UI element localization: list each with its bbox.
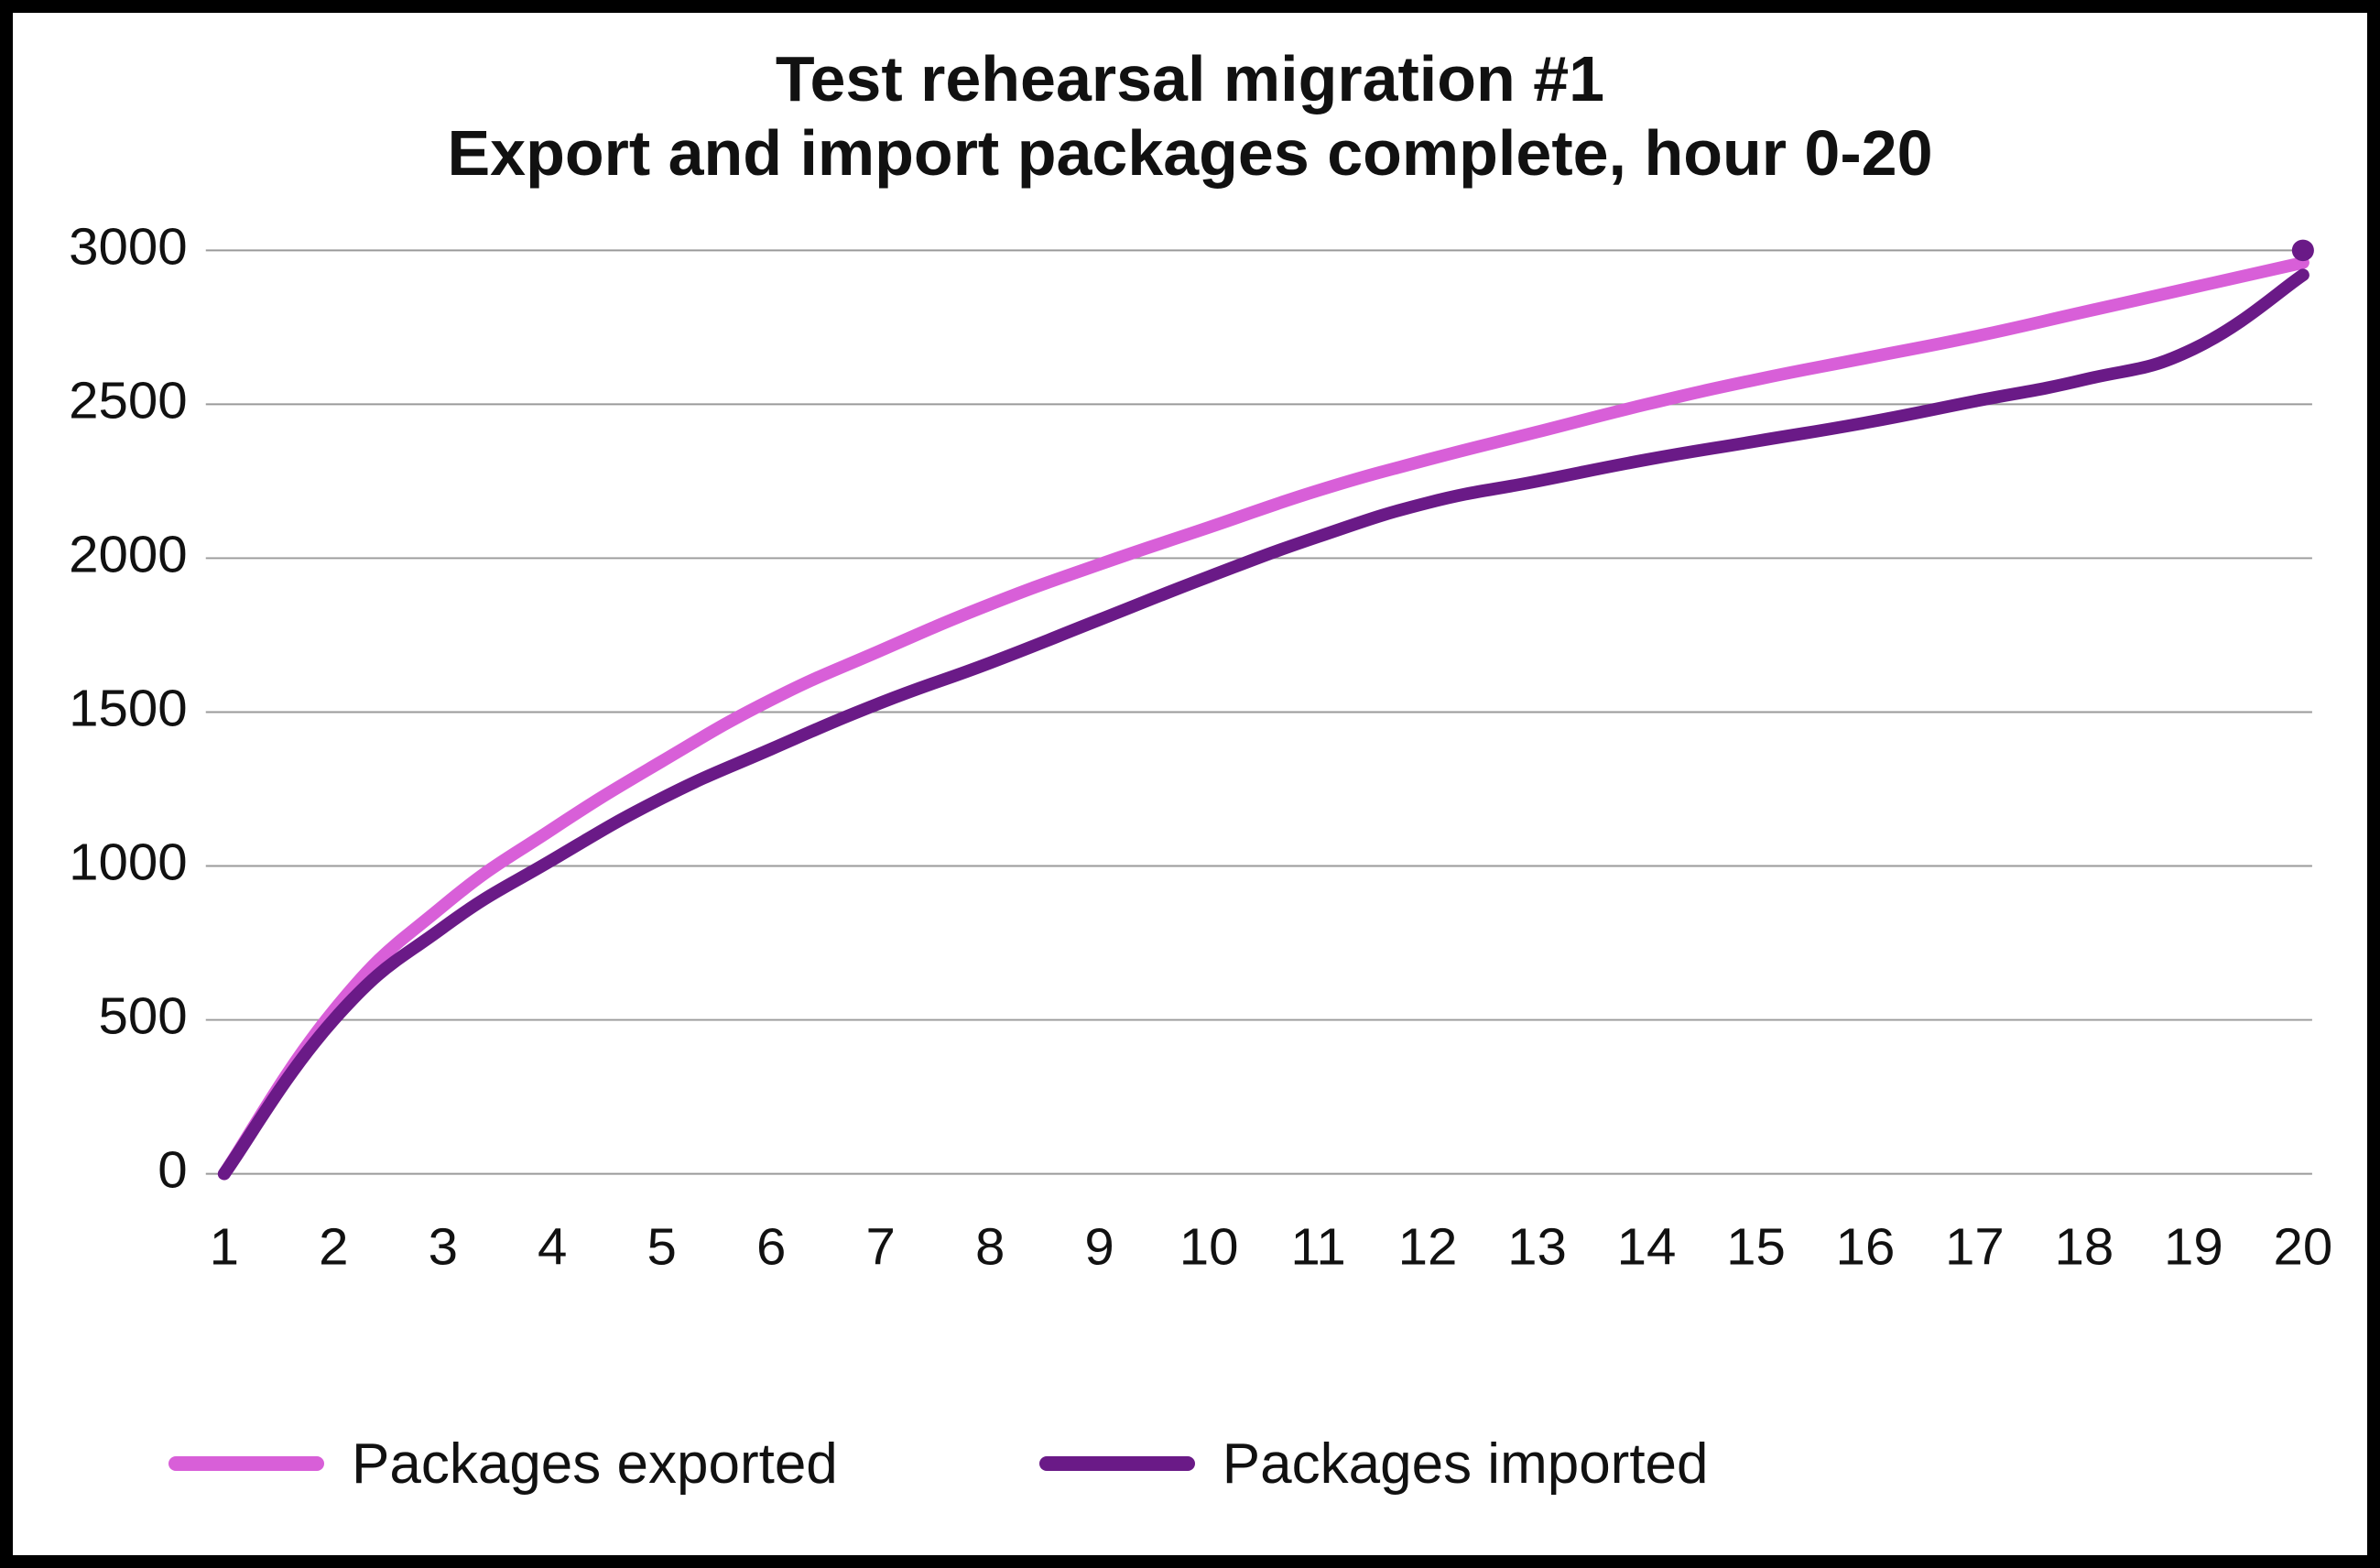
svg-text:500: 500 — [98, 987, 187, 1045]
chart-plot-area: 050010001500200025003000 123456789101112… — [49, 223, 2331, 1326]
legend-swatch-exported — [168, 1456, 324, 1471]
svg-text:14: 14 — [1617, 1218, 1677, 1276]
svg-text:2500: 2500 — [69, 372, 188, 430]
chart-gridlines — [206, 250, 2312, 1173]
legend-item-exported: Packages exported — [168, 1432, 838, 1497]
chart-series-group — [224, 263, 2303, 1174]
svg-text:19: 19 — [2164, 1218, 2223, 1276]
chart-x-ticks: 1234567891011121314151617181920 — [210, 1218, 2331, 1276]
chart-end-marker — [2292, 240, 2314, 261]
chart-title: Test rehearsal migration #1 Export and i… — [13, 13, 2367, 190]
svg-text:2: 2 — [319, 1218, 348, 1276]
svg-text:13: 13 — [1507, 1218, 1567, 1276]
svg-text:3: 3 — [429, 1218, 458, 1276]
svg-text:1000: 1000 — [69, 833, 188, 891]
chart-card: Test rehearsal migration #1 Export and i… — [13, 13, 2367, 1555]
svg-text:20: 20 — [2273, 1218, 2331, 1276]
legend-label-imported: Packages imported — [1223, 1432, 1709, 1497]
svg-text:15: 15 — [1726, 1218, 1786, 1276]
chart-svg: 050010001500200025003000 123456789101112… — [49, 223, 2331, 1326]
svg-text:12: 12 — [1398, 1218, 1458, 1276]
svg-text:3000: 3000 — [69, 223, 188, 276]
chart-outer-frame: Test rehearsal migration #1 Export and i… — [0, 0, 2380, 1568]
chart-y-ticks: 0 500 1000 1500 2000 2500 3000 — [69, 223, 188, 1199]
svg-text:9: 9 — [1084, 1218, 1114, 1276]
svg-text:8: 8 — [975, 1218, 1005, 1276]
svg-text:7: 7 — [865, 1218, 895, 1276]
svg-text:5: 5 — [647, 1218, 677, 1276]
legend-label-exported: Packages exported — [352, 1432, 838, 1497]
svg-text:11: 11 — [1290, 1218, 1345, 1276]
chart-title-line2: Export and import packages complete, hou… — [13, 116, 2367, 191]
svg-text:16: 16 — [1836, 1218, 1896, 1276]
svg-text:17: 17 — [1945, 1218, 2005, 1276]
legend-swatch-imported — [1039, 1456, 1195, 1471]
svg-text:1500: 1500 — [69, 680, 188, 737]
svg-text:2000: 2000 — [69, 526, 188, 583]
svg-text:6: 6 — [756, 1218, 786, 1276]
svg-text:18: 18 — [2055, 1218, 2114, 1276]
svg-text:1: 1 — [210, 1218, 239, 1276]
legend-item-imported: Packages imported — [1039, 1432, 1709, 1497]
chart-legend: Packages exported Packages imported — [168, 1409, 2312, 1519]
chart-title-line1: Test rehearsal migration #1 — [13, 42, 2367, 116]
svg-text:10: 10 — [1179, 1218, 1239, 1276]
series-line-1 — [224, 275, 2303, 1173]
svg-text:0: 0 — [158, 1141, 187, 1199]
svg-text:4: 4 — [538, 1218, 567, 1276]
